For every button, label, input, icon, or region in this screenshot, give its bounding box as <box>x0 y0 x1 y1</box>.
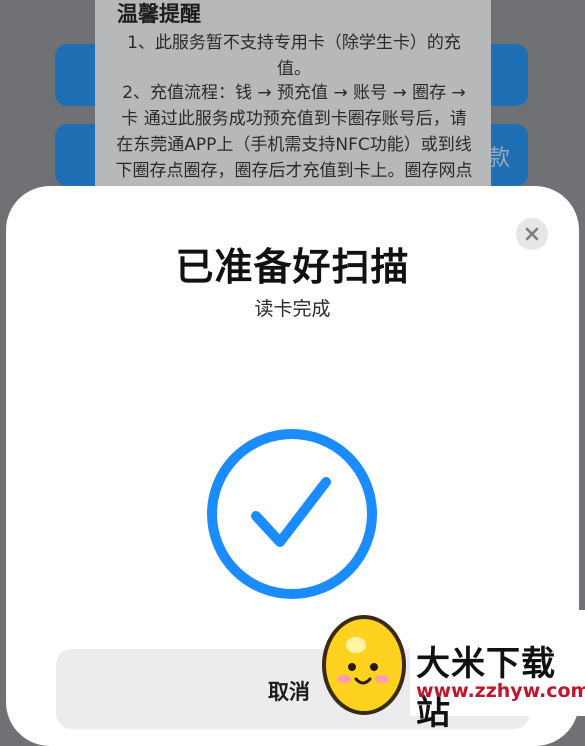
checkmark-icon <box>204 426 380 602</box>
cancel-button-label: 取消 <box>268 680 310 704</box>
scan-title: 已准备好扫描 <box>175 245 410 289</box>
notice-paragraph-1: 1、此服务暂不支持专用卡（除学生卡）的充值。 <box>127 33 461 79</box>
background-side-text: 款 <box>488 146 511 171</box>
notice-title: 温馨提醒 <box>117 2 201 26</box>
watermark-url: www.zzhyw.com <box>416 680 585 702</box>
rice-mascot-icon <box>312 607 416 716</box>
scan-status: 读卡完成 <box>254 298 331 320</box>
notice-dialog: 温馨提醒 1、此服务暂不支持专用卡（除学生卡）的充值。 2、充值流程：钱 → 预… <box>95 0 491 210</box>
